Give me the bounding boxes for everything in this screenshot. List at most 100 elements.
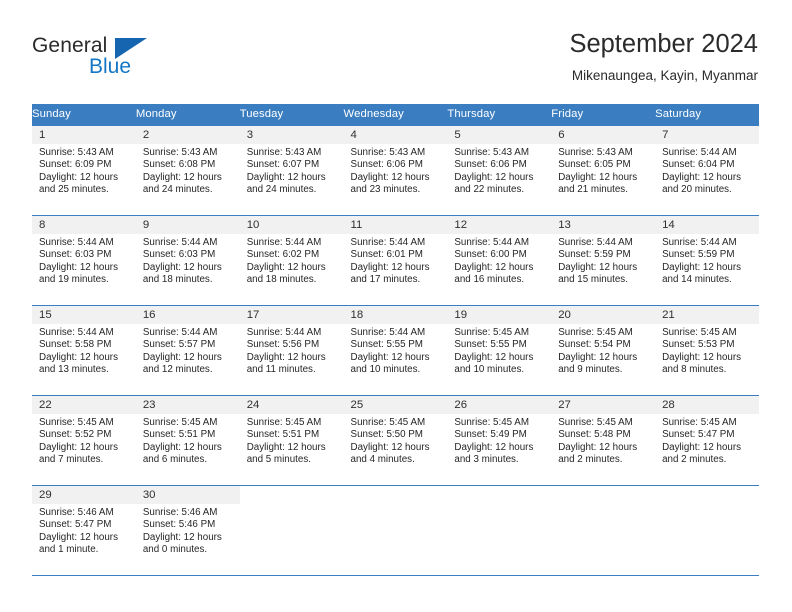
calendar-day-cell[interactable]: 21 Sunrise: 5:45 AM Sunset: 5:53 PM Dayligh…	[655, 304, 759, 395]
sunset-text: Sunset: 5:51 PM	[246, 429, 320, 441]
calendar-day-cell[interactable]: 26 Sunrise: 5:45 AM Sunset: 5:49 PM Dayligh…	[447, 394, 552, 485]
calendar-day-cell[interactable]: 3 Sunrise: 5:43 AM Sunset: 6:07 PM Daylight…	[239, 124, 344, 215]
day-number: 9	[135, 215, 240, 234]
daylight-text-line1: Daylight: 12 hours	[142, 351, 222, 363]
calendar-day-cell[interactable]: 22 Sunrise: 5:45 AM Sunset: 5:52 PM Dayligh…	[32, 394, 136, 485]
day-number: 8	[32, 215, 136, 234]
sunset-text: Sunset: 6:07 PM	[246, 159, 320, 171]
calendar-body: 1 Sunrise: 5:43 AM Sunset: 6:09 PM Daylight…	[32, 124, 759, 576]
day-content: 12 Sunrise: 5:44 AM Sunset: 6:00 PM Dayligh…	[447, 215, 552, 287]
day-content: 27 Sunrise: 5:45 AM Sunset: 5:48 PM Dayligh…	[551, 395, 656, 467]
calendar-day-cell[interactable]: 1 Sunrise: 5:43 AM Sunset: 6:09 PM Daylight…	[32, 124, 136, 215]
daylight-text-line1: Daylight: 12 hours	[558, 261, 638, 273]
calendar-day-cell[interactable]: 12 Sunrise: 5:44 AM Sunset: 6:00 PM Dayligh…	[447, 214, 552, 305]
calendar-day-cell[interactable]: 18 Sunrise: 5:44 AM Sunset: 5:55 PM Dayligh…	[343, 304, 448, 395]
day-number: 13	[551, 215, 656, 234]
day-details: Sunrise: 5:44 AM Sunset: 6:00 PM Daylight:…	[447, 234, 551, 287]
sunset-text: Sunset: 5:47 PM	[662, 429, 735, 441]
daylight-text-line1: Daylight: 12 hours	[246, 441, 326, 453]
calendar-grid: Sunday Monday Tuesday Wednesday Thursday…	[32, 104, 759, 576]
day-details: Sunrise: 5:44 AM Sunset: 5:55 PM Daylight:…	[344, 324, 448, 377]
daylight-text-line1: Daylight: 12 hours	[39, 261, 118, 273]
daylight-text-line1: Daylight: 12 hours	[39, 531, 118, 543]
day-number: 5	[447, 125, 552, 144]
sunset-text: Sunset: 5:57 PM	[142, 339, 216, 351]
sunrise-text: Sunrise: 5:44 AM	[350, 326, 426, 338]
calendar-day-cell[interactable]: 13 Sunrise: 5:44 AM Sunset: 5:59 PM Dayligh…	[551, 214, 656, 305]
day-number: 28	[655, 395, 759, 414]
calendar-day-cell[interactable]: 29 Sunrise: 5:46 AM Sunset: 5:47 PM Dayligh…	[32, 484, 136, 576]
calendar-day-cell[interactable]: 15 Sunrise: 5:44 AM Sunset: 5:58 PM Dayligh…	[32, 304, 136, 395]
day-number: 11	[343, 215, 448, 234]
sunset-text: Sunset: 5:54 PM	[558, 339, 631, 351]
calendar-day-cell[interactable]: 4 Sunrise: 5:43 AM Sunset: 6:06 PM Daylight…	[343, 124, 448, 215]
sunrise-text: Sunrise: 5:45 AM	[454, 416, 529, 428]
calendar-day-cell[interactable]: 27 Sunrise: 5:45 AM Sunset: 5:48 PM Dayligh…	[551, 394, 656, 485]
sunrise-text: Sunrise: 5:44 AM	[39, 236, 114, 248]
weekday-header-row: Sunday Monday Tuesday Wednesday Thursday…	[32, 104, 759, 125]
day-content: 6 Sunrise: 5:43 AM Sunset: 6:05 PM Daylight…	[551, 125, 656, 197]
day-number: 12	[447, 215, 552, 234]
day-details: Sunrise: 5:43 AM Sunset: 6:06 PM Daylight:…	[344, 144, 448, 197]
sunrise-text: Sunrise: 5:44 AM	[142, 326, 218, 338]
daylight-text-line2: and 22 minutes.	[454, 184, 525, 196]
daylight-text-line2: and 9 minutes.	[558, 364, 623, 376]
sunrise-text: Sunrise: 5:46 AM	[142, 506, 218, 518]
calendar-day-cell[interactable]: 14 Sunrise: 5:44 AM Sunset: 5:59 PM Dayligh…	[655, 214, 759, 305]
sunset-text: Sunset: 5:55 PM	[350, 339, 423, 351]
daylight-text-line1: Daylight: 12 hours	[246, 171, 326, 183]
sunrise-text: Sunrise: 5:44 AM	[142, 236, 218, 248]
sunrise-text: Sunrise: 5:45 AM	[454, 326, 529, 338]
daylight-text-line1: Daylight: 12 hours	[662, 171, 742, 183]
calendar-day-cell[interactable]: 11 Sunrise: 5:44 AM Sunset: 6:01 PM Dayligh…	[343, 214, 448, 305]
calendar-day-cell[interactable]: 24 Sunrise: 5:45 AM Sunset: 5:51 PM Dayligh…	[239, 394, 344, 485]
day-number: 7	[655, 125, 759, 144]
day-details: Sunrise: 5:45 AM Sunset: 5:55 PM Daylight:…	[447, 324, 551, 377]
daylight-text-line1: Daylight: 12 hours	[454, 441, 534, 453]
calendar-day-cell[interactable]: 30 Sunrise: 5:46 AM Sunset: 5:46 PM Dayligh…	[135, 484, 240, 576]
daylight-text-line2: and 16 minutes.	[454, 274, 525, 286]
sunset-text: Sunset: 5:48 PM	[558, 429, 631, 441]
title-block: September 2024 Mikenaungea, Kayin, Myanm…	[569, 28, 758, 86]
page-title: September 2024	[569, 30, 758, 58]
daylight-text-line2: and 8 minutes.	[662, 364, 727, 376]
calendar-day-cell[interactable]: 25 Sunrise: 5:45 AM Sunset: 5:50 PM Dayligh…	[343, 394, 448, 485]
sunrise-text: Sunrise: 5:43 AM	[454, 146, 529, 158]
daylight-text-line2: and 1 minute.	[39, 544, 99, 556]
day-empty	[655, 486, 759, 504]
sunset-text: Sunset: 6:05 PM	[558, 159, 631, 171]
calendar-day-cell[interactable]: 5 Sunrise: 5:43 AM Sunset: 6:06 PM Daylight…	[447, 124, 552, 215]
calendar-day-cell[interactable]: 2 Sunrise: 5:43 AM Sunset: 6:08 PM Daylight…	[135, 124, 240, 215]
day-number: 4	[343, 125, 448, 144]
sunset-text: Sunset: 5:49 PM	[454, 429, 527, 441]
day-details: Sunrise: 5:44 AM Sunset: 6:03 PM Daylight:…	[136, 234, 240, 287]
sunset-text: Sunset: 5:52 PM	[39, 429, 112, 441]
calendar-day-cell[interactable]: 10 Sunrise: 5:44 AM Sunset: 6:02 PM Dayligh…	[239, 214, 344, 305]
day-empty	[344, 486, 448, 504]
weekday-header-tuesday: Tuesday	[239, 104, 344, 125]
day-empty	[240, 486, 344, 504]
calendar-day-cell[interactable]: 8 Sunrise: 5:44 AM Sunset: 6:03 PM Daylight…	[32, 214, 136, 305]
daylight-text-line1: Daylight: 12 hours	[662, 441, 742, 453]
calendar-day-cell[interactable]: 7 Sunrise: 5:44 AM Sunset: 6:04 PM Daylight…	[655, 124, 759, 215]
sunset-text: Sunset: 5:53 PM	[662, 339, 735, 351]
day-content: 3 Sunrise: 5:43 AM Sunset: 6:07 PM Daylight…	[239, 125, 344, 197]
calendar-day-cell[interactable]: 19 Sunrise: 5:45 AM Sunset: 5:55 PM Dayligh…	[447, 304, 552, 395]
day-details: Sunrise: 5:43 AM Sunset: 6:08 PM Daylight:…	[136, 144, 240, 197]
calendar-day-cell[interactable]: 23 Sunrise: 5:45 AM Sunset: 5:51 PM Dayligh…	[135, 394, 240, 485]
sunset-text: Sunset: 6:06 PM	[454, 159, 527, 171]
calendar-week-row: 29 Sunrise: 5:46 AM Sunset: 5:47 PM Dayligh…	[32, 484, 759, 576]
calendar-day-cell[interactable]: 6 Sunrise: 5:43 AM Sunset: 6:05 PM Daylight…	[551, 124, 656, 215]
day-content: 21 Sunrise: 5:45 AM Sunset: 5:53 PM Dayligh…	[655, 305, 759, 377]
calendar-day-cell[interactable]: 28 Sunrise: 5:45 AM Sunset: 5:47 PM Dayligh…	[655, 394, 759, 485]
daylight-text-line2: and 17 minutes.	[350, 274, 421, 286]
calendar-day-cell[interactable]: 17 Sunrise: 5:44 AM Sunset: 5:56 PM Dayligh…	[239, 304, 344, 395]
sunset-text: Sunset: 5:47 PM	[39, 519, 112, 531]
sunset-text: Sunset: 5:59 PM	[662, 249, 735, 261]
calendar-day-cell[interactable]: 9 Sunrise: 5:44 AM Sunset: 6:03 PM Daylight…	[135, 214, 240, 305]
day-number: 21	[655, 305, 759, 324]
calendar-day-cell[interactable]: 16 Sunrise: 5:44 AM Sunset: 5:57 PM Dayligh…	[135, 304, 240, 395]
day-details: Sunrise: 5:45 AM Sunset: 5:51 PM Daylight:…	[136, 414, 240, 467]
day-content: 17 Sunrise: 5:44 AM Sunset: 5:56 PM Dayligh…	[239, 305, 344, 377]
calendar-day-cell[interactable]: 20 Sunrise: 5:45 AM Sunset: 5:54 PM Dayligh…	[551, 304, 656, 395]
